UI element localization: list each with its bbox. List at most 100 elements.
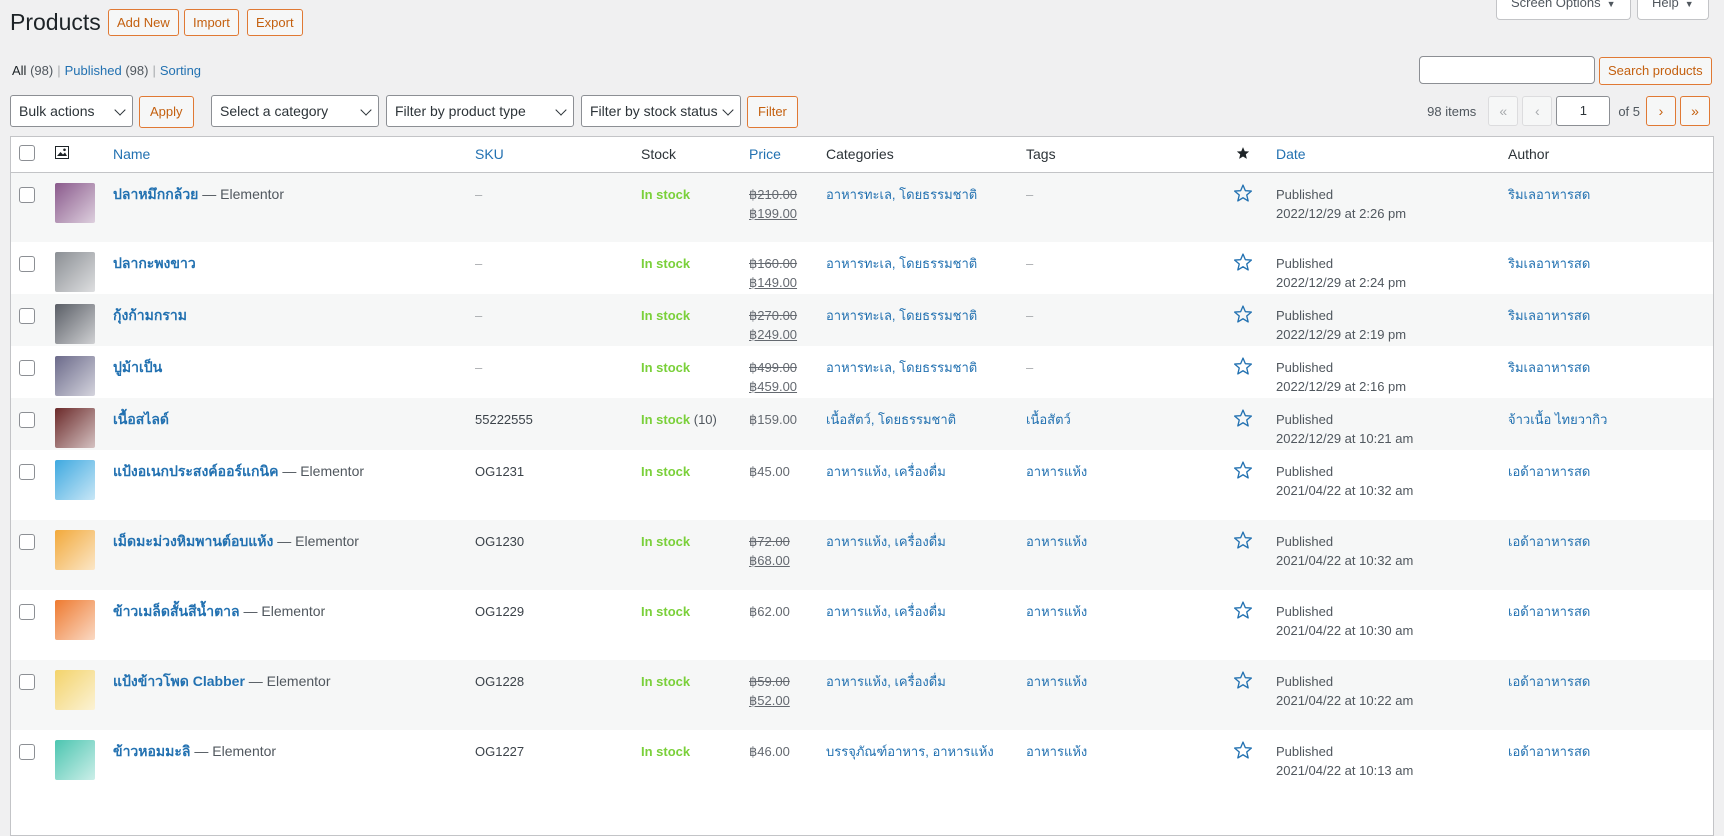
apply-button[interactable]: Apply — [139, 96, 194, 128]
categories-links[interactable]: บรรจุภัณฑ์อาหาร, อาหารแห้ง — [826, 744, 994, 759]
search-input[interactable] — [1419, 56, 1595, 84]
star-outline-icon[interactable] — [1233, 183, 1253, 203]
tags-links[interactable]: – — [1026, 308, 1033, 323]
star-outline-icon[interactable] — [1233, 304, 1253, 324]
row-checkbox[interactable] — [19, 604, 35, 620]
last-page-button[interactable]: » — [1680, 96, 1710, 126]
categories-links[interactable]: อาหารแห้ง, เครื่องดื่ม — [826, 674, 946, 689]
stock-status-select[interactable]: Filter by stock status — [581, 95, 741, 127]
tags-links[interactable]: อาหารแห้ง — [1026, 534, 1087, 549]
author-link[interactable]: ริมเลอาหารสด — [1508, 187, 1590, 202]
featured-column-header[interactable] — [1218, 137, 1268, 173]
row-checkbox[interactable] — [19, 256, 35, 272]
row-checkbox[interactable] — [19, 360, 35, 376]
product-name-link[interactable]: ปลาหมึกกล้วย — [113, 186, 198, 202]
author-link[interactable]: เอด้าอาหารสด — [1508, 464, 1590, 479]
row-checkbox[interactable] — [19, 308, 35, 324]
tags-links[interactable]: อาหารแห้ง — [1026, 674, 1087, 689]
product-thumbnail[interactable] — [55, 182, 95, 223]
import-button[interactable]: Import — [184, 9, 239, 36]
category-select[interactable]: Select a category — [211, 95, 379, 127]
star-outline-icon[interactable] — [1233, 740, 1253, 760]
row-checkbox[interactable] — [19, 744, 35, 760]
star-outline-icon[interactable] — [1233, 356, 1253, 376]
star-outline-icon[interactable] — [1233, 670, 1253, 690]
product-name-link[interactable]: กุ้งก้ามกราม — [113, 307, 187, 323]
filter-button[interactable]: Filter — [747, 96, 798, 128]
categories-links[interactable]: เนื้อสัตว์, โดยธรรมชาติ — [826, 412, 956, 427]
author-link[interactable]: ริมเลอาหารสด — [1508, 360, 1590, 375]
tags-links[interactable]: อาหารแห้ง — [1026, 744, 1087, 759]
product-thumbnail[interactable] — [55, 600, 95, 640]
search-products-button[interactable]: Search products — [1599, 57, 1712, 85]
export-button[interactable]: Export — [247, 9, 303, 36]
product-thumbnail[interactable] — [55, 740, 95, 780]
categories-links[interactable]: อาหารทะเล, โดยธรรมชาติ — [826, 187, 977, 202]
categories-links[interactable]: อาหารทะเล, โดยธรรมชาติ — [826, 256, 977, 271]
price-column-header[interactable]: Price — [741, 137, 818, 173]
product-name-link[interactable]: แป้งอเนกประสงค์ออร์แกนิค — [113, 463, 278, 479]
categories-links[interactable]: อาหารทะเล, โดยธรรมชาติ — [826, 308, 977, 323]
product-thumbnail[interactable] — [55, 460, 95, 500]
tags-links[interactable]: – — [1026, 187, 1033, 202]
first-page-button[interactable]: « — [1488, 96, 1519, 126]
date-column-header[interactable]: Date — [1268, 137, 1500, 173]
current-page-input[interactable]: 1 — [1556, 96, 1611, 126]
product-name-link[interactable]: ข้าวหอมมะลิ — [113, 743, 191, 759]
view-all[interactable]: All — [12, 63, 26, 78]
product-thumbnail[interactable] — [55, 408, 95, 448]
author-link[interactable]: เอด้าอาหารสด — [1508, 674, 1590, 689]
author-link[interactable]: เอด้าอาหารสด — [1508, 744, 1590, 759]
product-type-select[interactable]: Filter by product type — [386, 95, 574, 127]
categories-links[interactable]: อาหารแห้ง, เครื่องดื่ม — [826, 534, 946, 549]
sku-column-header[interactable]: SKU — [467, 137, 633, 173]
product-name-link[interactable]: แป้งข้าวโพด Clabber — [113, 673, 245, 689]
product-thumbnail[interactable] — [55, 252, 95, 292]
product-name-link[interactable]: เนื้อสไลด์ — [113, 411, 169, 427]
tags-links[interactable]: อาหารแห้ง — [1026, 604, 1087, 619]
star-outline-icon[interactable] — [1233, 408, 1253, 428]
screen-options-button[interactable]: Screen Options ▼ — [1496, 0, 1631, 20]
next-page-button[interactable]: › — [1646, 96, 1676, 126]
star-outline-icon[interactable] — [1233, 460, 1253, 480]
tags-links[interactable]: เนื้อสัตว์ — [1026, 412, 1071, 427]
sku-value: OG1229 — [475, 604, 525, 619]
view-sorting[interactable]: Sorting — [160, 63, 201, 78]
tags-links[interactable]: – — [1026, 360, 1033, 375]
name-column-header[interactable]: Name — [105, 137, 467, 173]
author-link[interactable]: จ้าวเนื้อ ไทยวากิว — [1508, 412, 1607, 427]
categories-links[interactable]: อาหารแห้ง, เครื่องดื่ม — [826, 464, 946, 479]
view-published[interactable]: Published — [65, 63, 122, 78]
row-checkbox[interactable] — [19, 186, 35, 203]
product-thumbnail[interactable] — [55, 356, 95, 396]
product-thumbnail[interactable] — [55, 670, 95, 710]
star-outline-icon[interactable] — [1233, 600, 1253, 620]
row-checkbox[interactable] — [19, 674, 35, 690]
product-name-link[interactable]: ข้าวเมล็ดสั้นสีน้ำตาล — [113, 603, 240, 619]
star-outline-icon[interactable] — [1233, 530, 1253, 550]
bulk-actions-select[interactable]: Bulk actions — [10, 95, 133, 127]
row-checkbox[interactable] — [19, 464, 35, 480]
product-name-link[interactable]: ปูม้าเป็น — [113, 359, 162, 375]
tags-links[interactable]: – — [1026, 256, 1033, 271]
prev-page-button[interactable]: ‹ — [1522, 96, 1553, 126]
add-new-button[interactable]: Add New — [108, 9, 179, 36]
product-thumbnail[interactable] — [55, 530, 95, 570]
author-link[interactable]: ริมเลอาหารสด — [1508, 256, 1590, 271]
product-name-link[interactable]: ปลากะพงขาว — [113, 255, 196, 271]
product-thumbnail[interactable] — [55, 304, 95, 344]
select-all-checkbox[interactable] — [19, 144, 35, 161]
product-name-link[interactable]: เม็ดมะม่วงหิมพานต์อบแห้ง — [113, 533, 273, 549]
tags-links[interactable]: อาหารแห้ง — [1026, 464, 1087, 479]
categories-cell: อาหารแห้ง, เครื่องดื่ม — [818, 520, 1018, 590]
row-checkbox[interactable] — [19, 412, 35, 428]
row-checkbox[interactable] — [19, 534, 35, 550]
author-link[interactable]: ริมเลอาหารสด — [1508, 308, 1590, 323]
help-button[interactable]: Help ▼ — [1637, 0, 1709, 20]
view-published-count: (98) — [125, 63, 149, 78]
author-link[interactable]: เอด้าอาหารสด — [1508, 534, 1590, 549]
categories-links[interactable]: อาหารทะเล, โดยธรรมชาติ — [826, 360, 977, 375]
star-outline-icon[interactable] — [1233, 252, 1253, 272]
categories-links[interactable]: อาหารแห้ง, เครื่องดื่ม — [826, 604, 946, 619]
author-link[interactable]: เอด้าอาหารสด — [1508, 604, 1590, 619]
